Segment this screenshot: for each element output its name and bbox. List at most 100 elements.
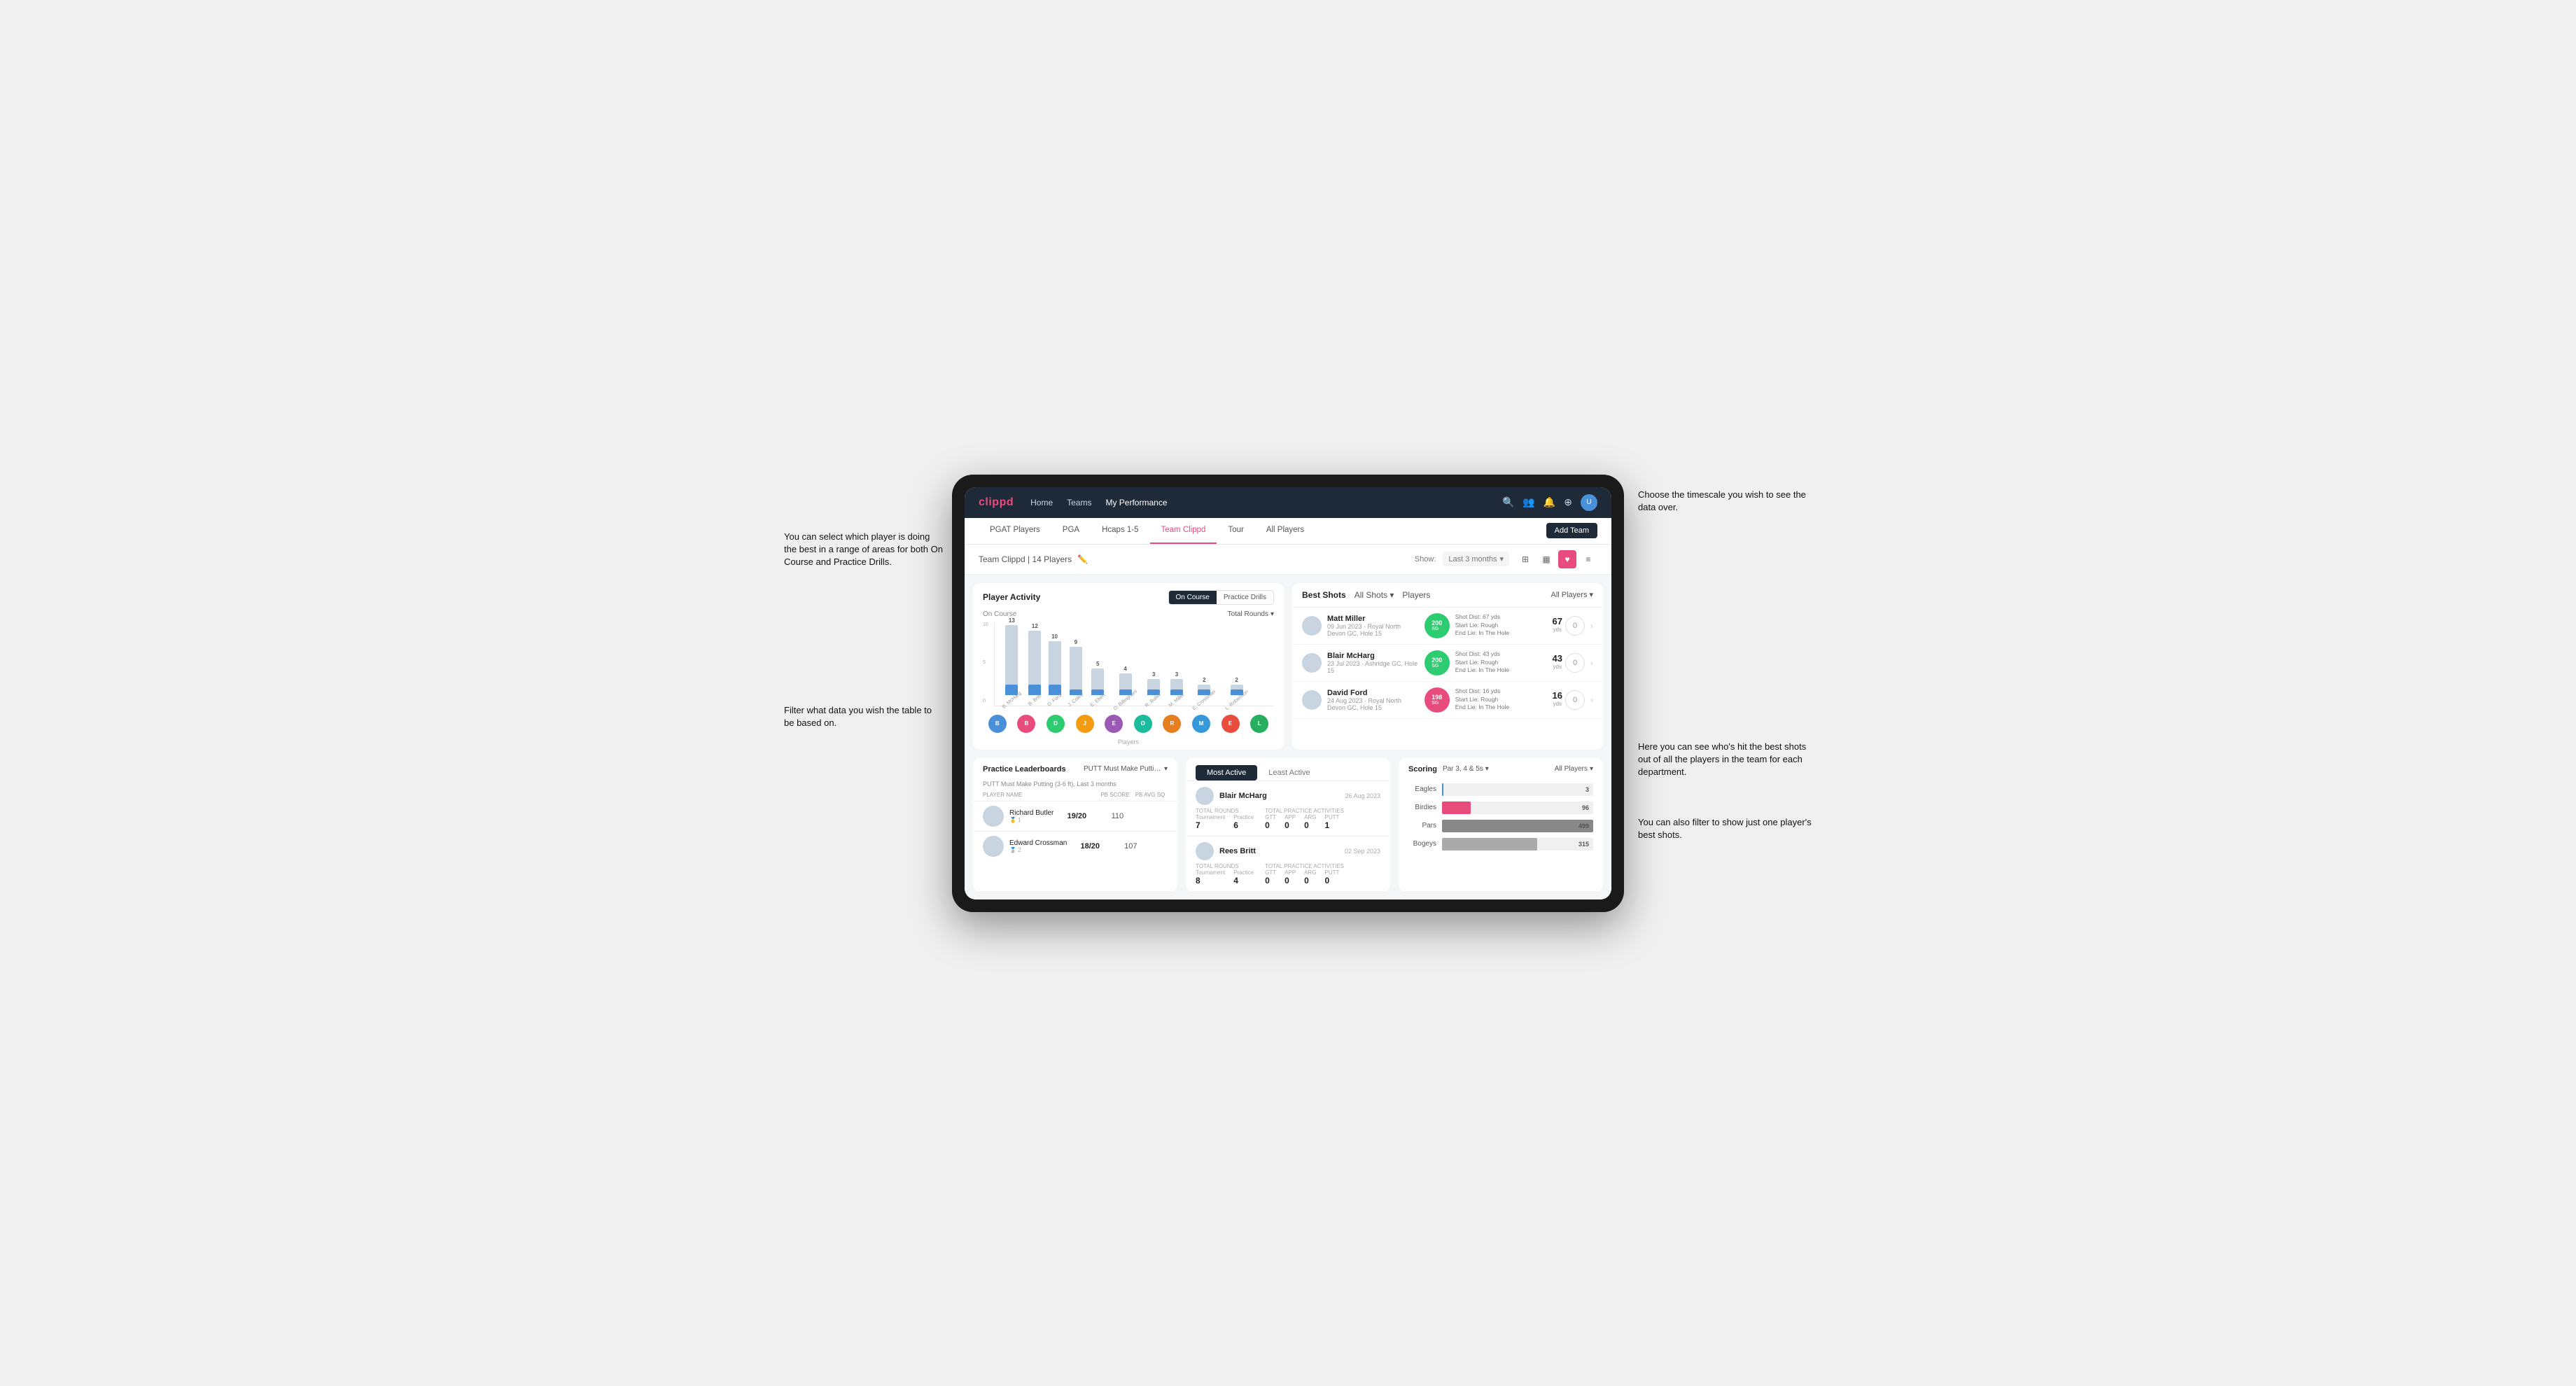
player-avatar[interactable]: M xyxy=(1192,715,1210,733)
all-shots-tab[interactable]: All Shots ▾ xyxy=(1354,590,1394,600)
most-active-tabs: Most Active Least Active xyxy=(1186,758,1390,780)
arg-col: ARG 0 xyxy=(1304,814,1316,830)
least-active-tab[interactable]: Least Active xyxy=(1257,765,1321,780)
team-name: Team Clippd | 14 Players xyxy=(979,554,1072,564)
chart-dropdown[interactable]: Total Rounds ▾ xyxy=(1228,610,1274,618)
total-practice-group: Total Practice Activities GTT 0 APP 0 AR… xyxy=(1265,808,1344,830)
player-avatar[interactable]: B xyxy=(988,715,1007,733)
player-avatar[interactable]: R xyxy=(1163,715,1181,733)
player-avatar[interactable]: E xyxy=(1105,715,1123,733)
nav-link-home[interactable]: Home xyxy=(1030,498,1053,507)
on-course-toggle[interactable]: On Course xyxy=(1169,591,1217,604)
active-date: 26 Aug 2023 xyxy=(1345,792,1380,799)
sub-tab-tour[interactable]: Tour xyxy=(1217,517,1254,544)
tournament-val: 8 xyxy=(1196,876,1225,886)
heart-view-button[interactable]: ♥ xyxy=(1558,550,1576,568)
main-content: Player Activity On Course Practice Drill… xyxy=(965,575,1611,758)
time-period-dropdown[interactable]: Last 3 months ▾ xyxy=(1443,552,1509,566)
nav-link-myperformance[interactable]: My Performance xyxy=(1105,498,1167,507)
tiles-view-button[interactable]: ▦ xyxy=(1537,550,1555,568)
tournament-val: 7 xyxy=(1196,820,1225,830)
shot-player-avatar xyxy=(1302,653,1322,673)
scoring-title-row: Scoring Par 3, 4 & 5s ▾ xyxy=(1408,765,1489,774)
gtt-col: GTT 0 xyxy=(1265,869,1276,886)
shot-item[interactable]: Matt Miller 09 Jun 2023 · Royal North De… xyxy=(1292,608,1603,645)
shot-stats: 43 yds 0 xyxy=(1553,653,1585,673)
gtt-val: 0 xyxy=(1265,820,1276,830)
filter-view-button[interactable]: ≡ xyxy=(1579,550,1597,568)
bar-group: 3 M. Miller xyxy=(1168,671,1186,703)
lb-col-pb-avg: PB AVG SQ xyxy=(1133,792,1168,798)
player-avatar[interactable]: L xyxy=(1250,715,1268,733)
scoring-bar-num: 499 xyxy=(1578,822,1589,830)
players-tab[interactable]: Players xyxy=(1402,590,1430,600)
bar xyxy=(1005,625,1018,695)
practice-sub: GTT 0 APP 0 ARG 0 PUTT 1 xyxy=(1265,814,1344,830)
player-avatar[interactable]: J xyxy=(1076,715,1094,733)
team-header: Team Clippd | 14 Players ✏️ Show: Last 3… xyxy=(965,545,1611,575)
putt-col: PUTT 1 xyxy=(1325,814,1340,830)
all-players-dropdown[interactable]: All Players ▾ xyxy=(1551,590,1594,599)
lb-player-name-cell: Richard Butler 🥇 1 xyxy=(1009,809,1054,823)
edit-icon[interactable]: ✏️ xyxy=(1077,554,1088,564)
bar-value: 2 xyxy=(1203,677,1205,683)
scoring-bar-fill xyxy=(1442,802,1471,814)
arg-label: ARG xyxy=(1304,869,1316,876)
scoring-bar-num: 96 xyxy=(1582,804,1589,811)
sub-tab-pga[interactable]: PGA xyxy=(1051,517,1091,544)
annotation-top-left: You can select which player is doing the… xyxy=(784,531,945,569)
player-avatar[interactable]: D xyxy=(1046,715,1065,733)
best-shots-card: Best Shots All Shots ▾ Players All Playe… xyxy=(1292,583,1603,750)
bar-group: 4 O. Billingham xyxy=(1111,666,1140,703)
lb-player-name-cell: Edward Crossman 🥈 2 xyxy=(1009,839,1067,853)
leaderboard-dropdown[interactable]: PUTT Must Make Putting ... ▾ xyxy=(1084,765,1168,773)
scoring-all-players-dropdown[interactable]: All Players ▾ xyxy=(1555,765,1593,773)
tournament-label: Tournament xyxy=(1196,869,1225,876)
view-icons: ⊞ ▦ ♥ ≡ xyxy=(1516,550,1597,568)
player-avatar[interactable]: E xyxy=(1222,715,1240,733)
nav-link-teams[interactable]: Teams xyxy=(1067,498,1091,507)
lb-player-row[interactable]: Richard Butler 🥇 1 19/20 110 xyxy=(973,801,1177,831)
shot-stat-dist: 43 yds xyxy=(1553,653,1562,673)
bell-icon[interactable]: 🔔 xyxy=(1544,496,1555,508)
sub-tab-team-clippd[interactable]: Team Clippd xyxy=(1150,517,1217,544)
rounds-sub: Tournament 8 Practice 4 xyxy=(1196,869,1254,886)
lb-badge: 🥈 2 xyxy=(1009,847,1067,853)
users-icon[interactable]: 👥 xyxy=(1522,496,1534,508)
bar-value: 3 xyxy=(1152,671,1155,678)
plus-circle-icon[interactable]: ⊕ xyxy=(1564,496,1572,508)
annotation-bottom-left: Filter what data you wish the table to b… xyxy=(784,704,938,729)
sub-tab-hcaps[interactable]: Hcaps 1-5 xyxy=(1091,517,1149,544)
avatar[interactable]: U xyxy=(1581,494,1597,511)
practice-drills-toggle[interactable]: Practice Drills xyxy=(1217,591,1273,604)
shot-list: Matt Miller 09 Jun 2023 · Royal North De… xyxy=(1292,608,1603,719)
shot-stats: 16 yds 0 xyxy=(1553,690,1585,710)
grid-view-button[interactable]: ⊞ xyxy=(1516,550,1534,568)
shot-player-name: Matt Miller xyxy=(1327,615,1419,623)
app-val: 0 xyxy=(1284,876,1296,886)
bar-name: D. Ford xyxy=(1046,693,1062,707)
lb-player-row[interactable]: Edward Crossman 🥈 2 18/20 107 xyxy=(973,831,1177,861)
add-team-button[interactable]: Add Team xyxy=(1546,523,1597,538)
most-active-card: Most Active Least Active Blair McHarg 26… xyxy=(1186,758,1390,891)
bar-value: 4 xyxy=(1124,666,1126,672)
shot-player-info: Blair McHarg 23 Jul 2023 · Ashridge GC, … xyxy=(1327,652,1419,674)
lb-col-player-name: PLAYER NAME xyxy=(983,792,1098,798)
most-active-tab[interactable]: Most Active xyxy=(1196,765,1257,780)
shot-item[interactable]: Blair McHarg 23 Jul 2023 · Ashridge GC, … xyxy=(1292,645,1603,682)
chevron-right-icon: › xyxy=(1590,658,1593,668)
scoring-dropdown[interactable]: Par 3, 4 & 5s ▾ xyxy=(1443,765,1489,773)
players-label: Players xyxy=(973,738,1284,750)
lb-avatar xyxy=(983,806,1004,827)
shot-item[interactable]: David Ford 24 Aug 2023 · Royal North Dev… xyxy=(1292,682,1603,719)
player-avatar[interactable]: O xyxy=(1134,715,1152,733)
shot-stat-zero: 0 xyxy=(1565,690,1585,710)
player-activity-title: Player Activity xyxy=(983,592,1040,602)
putt-label: PUTT xyxy=(1325,814,1340,820)
player-avatar[interactable]: B xyxy=(1017,715,1035,733)
sub-tab-pgat[interactable]: PGAT Players xyxy=(979,517,1051,544)
sub-tab-all-players[interactable]: All Players xyxy=(1255,517,1315,544)
best-shots-header: Best Shots All Shots ▾ Players All Playe… xyxy=(1292,583,1603,608)
search-icon[interactable]: 🔍 xyxy=(1502,496,1514,508)
lb-player-name: Richard Butler xyxy=(1009,809,1054,817)
